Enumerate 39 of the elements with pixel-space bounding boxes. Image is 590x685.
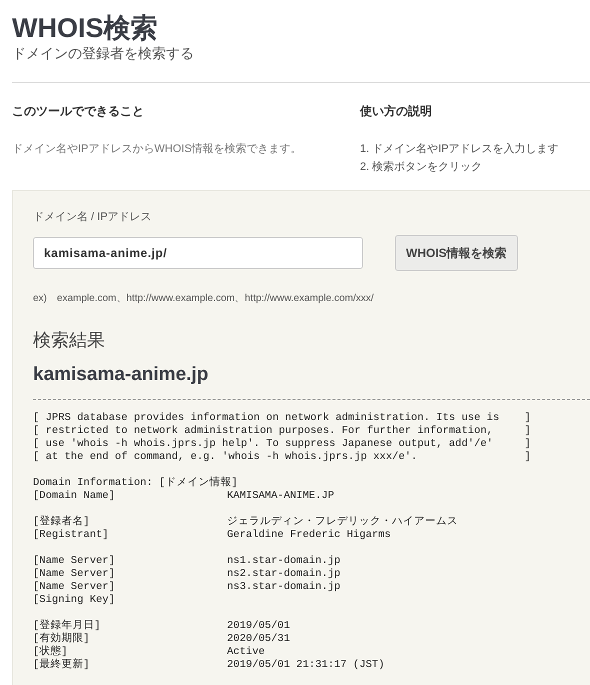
record-label: [Domain Name] bbox=[33, 490, 115, 503]
record-value: KAMISAMA-ANIME.JP bbox=[227, 490, 334, 503]
record-label: [Name Server] bbox=[33, 568, 115, 581]
section-heading: 使い方の説明 bbox=[360, 103, 433, 120]
record-label: [状態] bbox=[33, 646, 68, 658]
record-value: 2019/05/01 21:31:17 (JST) bbox=[227, 659, 385, 672]
record-value: ns3.star-domain.jp bbox=[227, 581, 340, 594]
notice-line: [ restricted to network administration purposes. For further information, ] bbox=[33, 425, 531, 438]
section-title: Domain Information: [ドメイン情報] bbox=[33, 477, 238, 490]
notice-line: [ at the end of command, e.g. 'whois -h whois.jprs.jp xxx/e'. ] bbox=[33, 451, 531, 464]
record-value: ns2.star-domain.jp bbox=[227, 568, 340, 581]
record-label: [有効期限] bbox=[33, 633, 90, 645]
record-label: [登録年月日] bbox=[33, 620, 101, 632]
record-label: [Signing Key] bbox=[33, 594, 115, 607]
record-label: [最終更新] bbox=[33, 659, 90, 672]
page-title: WHOIS検索 bbox=[12, 12, 158, 44]
record-label: [Name Server] bbox=[33, 581, 115, 594]
record-label: [Registrant] bbox=[33, 529, 109, 542]
record-value: 2020/05/31 bbox=[227, 633, 290, 646]
record-value: Geraldine Frederic Higarms bbox=[227, 529, 391, 542]
step-text: 1. ドメイン名やIPアドレスを入力します bbox=[360, 142, 560, 157]
record-value: Active bbox=[227, 646, 265, 659]
field-label: ドメイン名 / IPアドレス bbox=[33, 210, 152, 224]
page-subtitle: ドメインの登録者を検索する bbox=[12, 44, 195, 62]
search-button[interactable]: WHOIS情報を検索 bbox=[395, 235, 518, 271]
section-heading: このツールでできること bbox=[12, 103, 145, 120]
record-value: ns1.star-domain.jp bbox=[227, 555, 340, 568]
example-text: ex) example.com、http://www.example.com、http://www.example.com/xxx/ bbox=[33, 292, 374, 305]
notice-line: [ use 'whois -h whois.jprs.jp help'. To suppress Japanese output, add'/e' ] bbox=[33, 438, 531, 451]
notice-line: [ JPRS database provides information on network administration. Its use is ] bbox=[33, 412, 531, 425]
result-domain: kamisama-anime.jp bbox=[33, 364, 208, 386]
record-label: [登録者名] bbox=[33, 516, 90, 529]
description-text: ドメイン名やIPアドレスからWHOIS情報を検索できます。 bbox=[12, 142, 303, 157]
record-value: ジェラルディン・フレデリック・ハイアームス bbox=[227, 516, 458, 529]
step-text: 2. 検索ボタンをクリック bbox=[360, 160, 484, 175]
record-label: [Name Server] bbox=[33, 555, 115, 568]
result-heading: 検索結果 bbox=[33, 329, 105, 352]
record-value: 2019/05/01 bbox=[227, 620, 290, 633]
domain-input-field[interactable]: kamisama-anime.jp/ bbox=[33, 237, 363, 269]
